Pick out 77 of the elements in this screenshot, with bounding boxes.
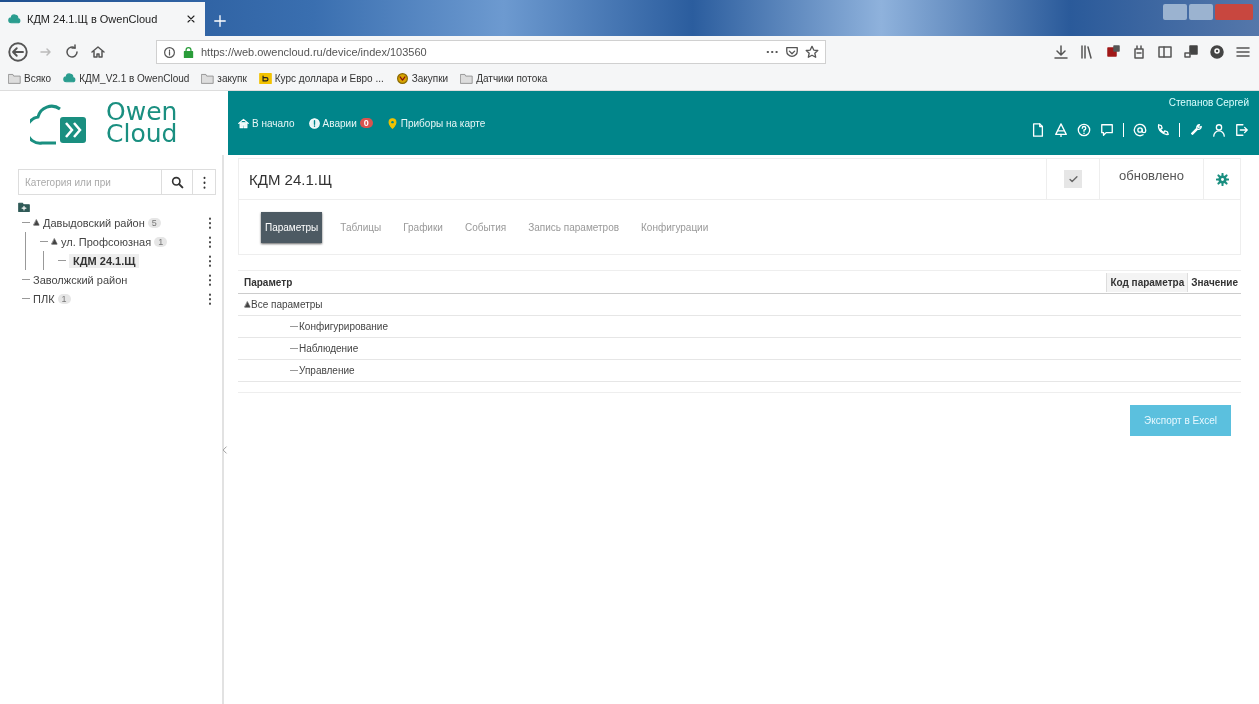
extension-icon[interactable] [1105,44,1121,60]
expand-icon[interactable] [51,238,58,245]
cloud-icon [8,12,21,26]
tree-item[interactable]: Давыдовский район [43,216,145,229]
emblem-icon [395,71,409,85]
bookmark[interactable]: Всяко [8,71,52,85]
email-icon[interactable] [1133,123,1147,137]
tab-title: КДМ 24.1.Щ в OwenCloud [27,13,159,25]
alert-icon [308,117,320,129]
bookmark[interactable]: Курс доллара и Евро ... [258,71,384,85]
library-icon[interactable] [1079,44,1095,60]
sidebar-icon[interactable] [1157,44,1173,60]
plug-icon[interactable] [1131,44,1147,60]
pocket-icon[interactable] [785,45,799,59]
folder-icon [201,71,215,85]
status-text: обновлено [1099,159,1203,199]
bookmark[interactable]: закупк [201,71,247,85]
pin-icon [386,117,398,129]
plus-icon[interactable] [213,14,227,28]
account-icon[interactable] [1209,44,1225,60]
search-icon[interactable] [170,175,184,189]
count-badge: 1 [154,236,168,247]
nav-link[interactable]: Аварии 0 [308,117,373,129]
tree-row-label[interactable]: Конфигурирование [299,321,388,332]
settings-icon[interactable] [1215,172,1229,186]
search-field[interactable]: Категория или при [18,169,162,195]
lock-icon [182,45,195,59]
tab[interactable]: Параметры [261,211,323,243]
alarm-count: 0 [359,118,373,128]
wrench-icon[interactable] [1189,123,1203,137]
cloud-icon [63,71,77,85]
info-icon [163,45,176,59]
count-badge: 5 [147,217,161,228]
tree-row-label[interactable]: Управление [299,365,355,376]
tree-item[interactable]: КДМ 24.1.Щ [69,253,140,268]
browser-tab[interactable]: КДМ 24.1.Щ в OwenCloud [0,2,205,36]
count-badge: 1 [57,293,71,304]
user-icon[interactable] [1212,123,1226,137]
close-icon[interactable] [185,13,197,25]
column-header: Параметр [243,276,294,288]
document-icon[interactable] [1031,123,1045,137]
logout-icon[interactable] [1235,123,1249,137]
tree-row-label[interactable]: Все параметры [251,299,323,310]
check-icon [1067,173,1079,185]
folder-icon [8,71,21,85]
home-icon [238,117,249,129]
bookmark[interactable]: Датчики потока [460,71,548,85]
add-folder-icon[interactable] [18,201,30,213]
back-icon[interactable] [8,42,28,62]
nav-link[interactable]: В начало [238,117,295,129]
tree-item[interactable]: ул. Профсоюзная [61,235,152,248]
tree-item[interactable]: Заволжский район [33,273,128,286]
phone-icon[interactable] [1156,123,1170,137]
star-icon[interactable] [805,45,819,59]
folder-icon [460,71,474,85]
expand-icon[interactable] [33,219,40,226]
help-icon[interactable] [1077,123,1091,137]
bookmark[interactable]: Закупки [395,71,449,85]
column-header: Значение [1187,272,1241,292]
expand-icon[interactable] [244,301,251,308]
column-header: Код параметра [1106,272,1188,292]
address-bar[interactable]: https://web.owencloud.ru/device/index/103560 [156,40,826,64]
chat-icon[interactable] [1100,123,1114,137]
letter-icon [258,71,272,85]
download-icon[interactable] [1053,44,1069,60]
reload-icon[interactable] [64,44,80,60]
menu-icon[interactable] [1235,44,1251,60]
auto-update-checkbox[interactable] [1064,170,1082,188]
logo-text: Owen Cloud [106,101,178,145]
bookmark[interactable]: КДМ_V2.1 в OwenCloud [63,71,190,85]
tree-item[interactable]: ПЛК [33,292,55,305]
device-title: КДМ 24.1.Щ [248,170,333,188]
user-name[interactable]: Степанов Сергей [1168,97,1249,108]
home-icon[interactable] [90,44,106,60]
tree-row-label[interactable]: Наблюдение [299,343,359,354]
tree-icon[interactable] [1054,123,1068,137]
nav-link[interactable]: Приборы на карте [386,117,486,129]
